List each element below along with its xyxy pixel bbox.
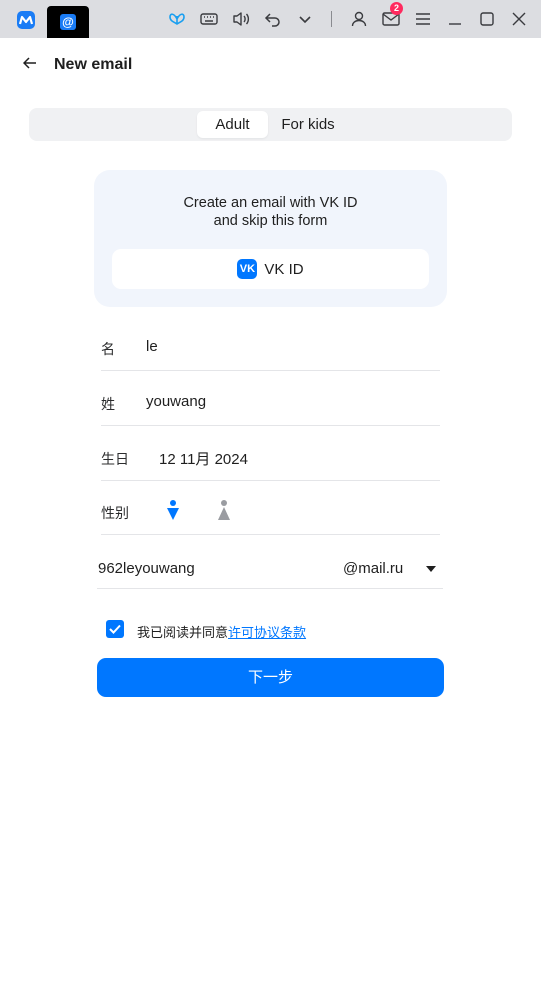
next-button[interactable]: 下一步	[97, 658, 444, 697]
license-terms-link[interactable]: 许可协议条款	[228, 625, 306, 640]
agreement-text: 我已阅读并同意许可协议条款	[137, 622, 306, 641]
last-name-label: 姓	[101, 396, 115, 412]
birthday-label: 生日	[101, 451, 129, 467]
first-name-field[interactable]: le	[146, 338, 158, 355]
browser-tab-mail[interactable]: @	[47, 6, 89, 38]
email-local-part-field[interactable]: 962leyouwang	[98, 560, 195, 577]
mail-ru-logo-icon[interactable]	[17, 11, 35, 29]
tab-adult[interactable]: Adult	[197, 111, 268, 138]
back-arrow-icon[interactable]	[19, 52, 41, 74]
page-title: New email	[54, 56, 133, 73]
vk-id-button[interactable]: VK VK ID	[112, 249, 429, 289]
agreement-checkbox[interactable]	[106, 620, 124, 638]
titlebar-divider	[331, 11, 332, 27]
account-type-switch: Adult For kids	[29, 108, 512, 141]
first-name-label: 名	[101, 341, 115, 357]
gender-female-icon[interactable]	[216, 499, 232, 523]
birthday-field[interactable]: 12 11月 2024	[159, 448, 248, 469]
mail-icon[interactable]: 2	[380, 2, 403, 30]
volume-icon[interactable]	[230, 8, 252, 30]
gender-row: 性别	[101, 489, 440, 535]
email-row: 962leyouwang @mail.ru	[97, 548, 443, 589]
vk-id-button-label: VK ID	[264, 260, 304, 278]
birthday-row: 生日 12 11月 2024	[101, 435, 440, 481]
vk-id-description: Create an email with VK ID and skip this…	[94, 194, 447, 230]
mail-badge: 2	[390, 2, 403, 15]
last-name-row: 姓 youwang	[101, 380, 440, 426]
first-name-row: 名 le	[101, 325, 440, 371]
chevron-down-icon[interactable]	[426, 566, 436, 572]
agreement-label: 我已阅读并同意	[137, 625, 229, 640]
gender-label: 性别	[101, 505, 129, 521]
vk-logo-icon: VK	[237, 259, 258, 279]
chevron-down-icon[interactable]	[294, 8, 316, 30]
maximize-icon[interactable]	[476, 8, 498, 30]
menu-icon[interactable]	[412, 8, 434, 30]
title-bar: @ 2	[0, 0, 541, 38]
email-domain-select[interactable]: @mail.ru	[343, 560, 403, 577]
vk-id-text-line1: Create an email with VK ID	[183, 195, 358, 211]
keyboard-icon[interactable]	[198, 8, 220, 30]
vk-id-card: Create an email with VK ID and skip this…	[94, 170, 447, 307]
user-icon[interactable]	[348, 8, 370, 30]
minimize-icon[interactable]	[444, 8, 466, 30]
butterfly-icon[interactable]	[166, 8, 188, 30]
undo-icon[interactable]	[262, 8, 284, 30]
gender-male-icon[interactable]	[165, 499, 181, 523]
close-icon[interactable]	[508, 8, 530, 30]
at-sign-icon: @	[60, 14, 76, 30]
checkmark-icon	[109, 624, 121, 634]
tab-for-kids[interactable]: For kids	[272, 111, 344, 138]
vk-id-text-line2: and skip this form	[213, 213, 328, 229]
last-name-field[interactable]: youwang	[146, 393, 206, 410]
